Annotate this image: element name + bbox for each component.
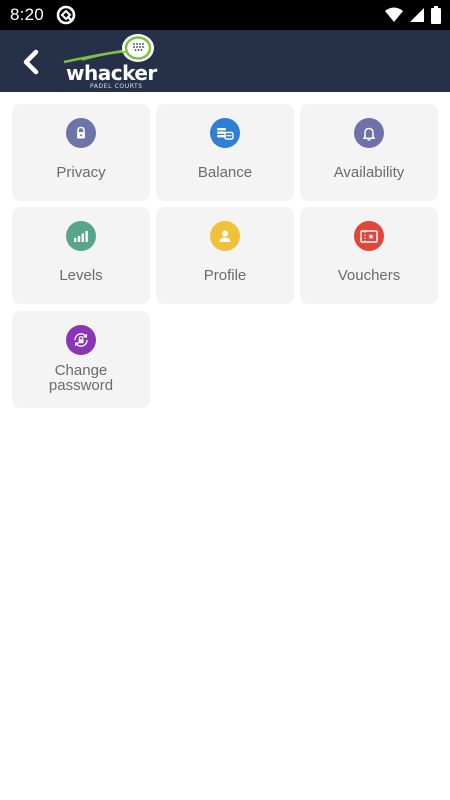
menu-tile-label-line2: password [48, 377, 114, 394]
whacker-logo: whacker PADEL COURTS [62, 32, 180, 90]
cellular-signal-icon [410, 8, 424, 22]
logo-subtitle: PADEL COURTS [90, 83, 143, 90]
lock-icon [66, 118, 96, 148]
menu-tile-profile[interactable]: Profile [156, 207, 294, 304]
ticket-icon [354, 221, 384, 251]
menu-tile-availability[interactable]: Availability [300, 104, 438, 201]
chevron-left-icon [23, 49, 39, 75]
status-time: 8:20 [10, 5, 44, 24]
person-icon [210, 221, 240, 251]
menu-tile-label: Availability [333, 164, 405, 181]
app-notification-icon [56, 5, 76, 25]
menu-tile-balance[interactable]: Balance [156, 104, 294, 201]
status-bar: 8:20 [0, 0, 450, 30]
coins-icon [210, 118, 240, 148]
menu-tile-privacy[interactable]: Privacy [12, 104, 150, 201]
back-button[interactable] [14, 45, 48, 79]
battery-icon [431, 6, 441, 24]
menu-tile-label: Vouchers [337, 267, 401, 284]
wifi-icon [385, 7, 403, 22]
menu-tile-label: Levels [59, 267, 103, 284]
menu-tile-label: Profile [203, 267, 247, 284]
app-header: whacker PADEL COURTS [0, 30, 450, 92]
lock-refresh-icon [66, 325, 96, 355]
menu-tile-levels[interactable]: Levels [12, 207, 150, 304]
menu-tile-label-line1: Change [54, 362, 108, 379]
bell-icon [354, 118, 384, 148]
menu-tile-label: Privacy [56, 164, 106, 181]
logo-wordmark: whacker [66, 61, 157, 85]
menu-tile-vouchers[interactable]: Vouchers [300, 207, 438, 304]
menu-tile-change-password[interactable]: Change password [12, 311, 150, 408]
menu-tile-label: Balance [197, 164, 253, 181]
signal-bars-icon [66, 221, 96, 251]
